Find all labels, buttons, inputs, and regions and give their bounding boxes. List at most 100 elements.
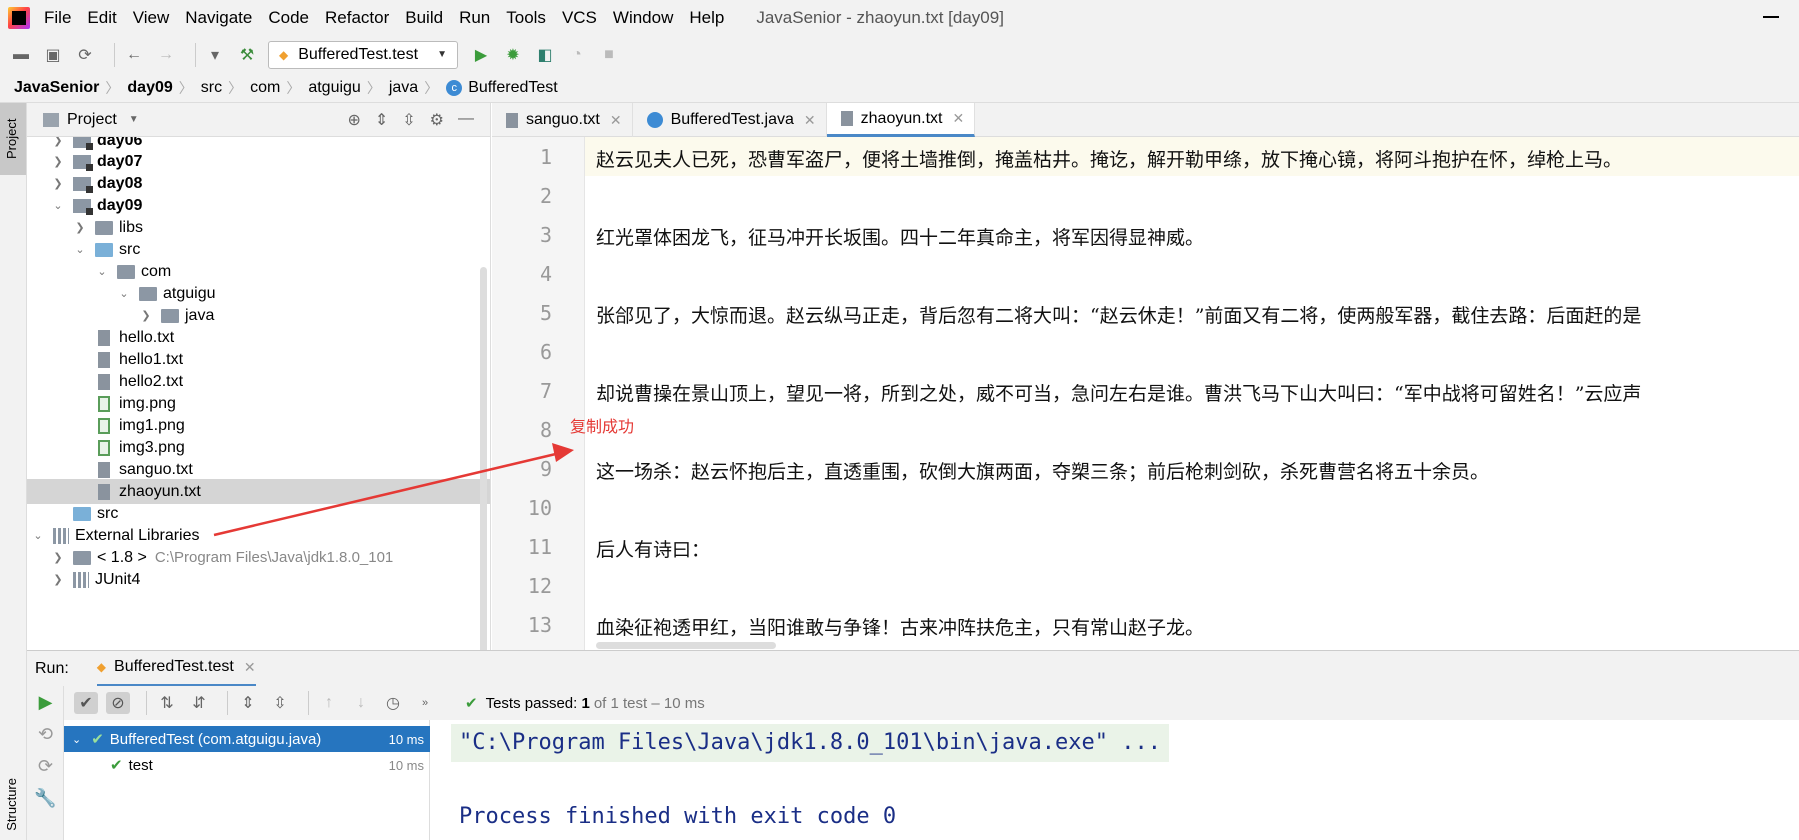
show-ignored-icon[interactable]: ⊘	[106, 692, 130, 714]
menu-navigate[interactable]: Navigate	[177, 8, 260, 28]
test-row-method[interactable]: ✔ test 10 ms	[64, 752, 430, 778]
breadcrumb-com[interactable]: com	[250, 79, 280, 97]
intellij-logo-icon	[8, 7, 30, 29]
breadcrumb-module[interactable]: day09	[127, 79, 172, 97]
previous-failed-icon[interactable]: ↑	[317, 692, 341, 714]
open-folder-icon[interactable]: ▬	[10, 44, 32, 66]
gear-icon[interactable]: ⚙	[430, 110, 444, 130]
close-icon[interactable]: ✕	[952, 110, 964, 127]
project-tree: ❯ day06 ❯ day07 ❯ day08 ⌄ day09 ❯ libs ⌄ src ⌄…	[27, 137, 490, 650]
breadcrumb-project[interactable]: JavaSenior	[14, 79, 99, 97]
chevron-right-icon[interactable]: ❯	[51, 573, 65, 586]
profile-icon[interactable]: ◔	[566, 44, 588, 66]
show-passed-icon[interactable]: ✔	[74, 692, 98, 714]
chevron-right-icon[interactable]: ❯	[51, 177, 65, 190]
project-panel-header: Project ▼ ⊕ ⇕ ⇳ ⚙ —	[27, 103, 490, 137]
chevron-down-icon[interactable]: ⌄	[72, 733, 81, 746]
tree-item-junit4[interactable]: ❯ JUnit4	[27, 567, 490, 592]
tab-zhaoyun-txt[interactable]: zhaoyun.txt ✕	[826, 103, 976, 137]
next-failed-icon[interactable]: ↓	[349, 692, 373, 714]
menu-window[interactable]: Window	[605, 8, 681, 28]
text-file-icon	[98, 329, 110, 346]
chevron-right-icon[interactable]: ❯	[73, 221, 87, 234]
chevron-down-icon[interactable]: ⌄	[117, 287, 131, 300]
menu-file[interactable]: File	[36, 8, 79, 28]
sort-by-duration-icon[interactable]: ⇵	[187, 692, 211, 714]
rerun-icon[interactable]: ▶	[27, 686, 64, 718]
breadcrumb-src[interactable]: src	[201, 79, 222, 97]
test-row-class[interactable]: ⌄ ✔ BufferedTest (com.atguigu.java) 10 m…	[64, 726, 430, 752]
menu-vcs[interactable]: VCS	[554, 8, 605, 28]
chevron-down-icon[interactable]: ⌄	[95, 265, 109, 278]
hide-panel-icon[interactable]: —	[458, 110, 474, 130]
close-icon[interactable]: ✕	[610, 112, 622, 129]
editor-area[interactable]: 1 2 3 4 5 6 7 8 9 10 11 12 13 赵云见夫人已死，恐曹…	[492, 137, 1799, 650]
test-history-icon[interactable]: ◷	[381, 692, 405, 714]
tree-item-label: day09	[97, 196, 143, 214]
rerun-failed-icon[interactable]: ⟲	[27, 718, 64, 750]
run-panel-header: Run: ◆ BufferedTest.test ✕	[27, 650, 1799, 687]
chevron-down-icon[interactable]: ⌄	[51, 199, 65, 212]
run-configuration-select[interactable]: ◆ BufferedTest.test ▼	[268, 40, 458, 69]
stop-icon[interactable]: ■	[598, 44, 620, 66]
chevron-right-icon[interactable]: ❯	[139, 309, 153, 322]
debug-icon[interactable]: ✹	[502, 44, 524, 66]
code-line: 后人有诗曰：	[596, 539, 711, 561]
menu-refactor[interactable]: Refactor	[317, 8, 397, 28]
back-arrow-icon[interactable]: ←	[123, 44, 145, 66]
collapse-all-icon[interactable]: ⇳	[402, 110, 415, 130]
check-icon: ✔	[465, 695, 478, 712]
tree-item-label: atguigu	[163, 284, 216, 302]
run-tab[interactable]: ◆ BufferedTest.test ✕	[96, 651, 256, 687]
build-hammer-icon[interactable]: ⚒	[236, 44, 258, 66]
project-tool-tab[interactable]: Project	[0, 103, 26, 175]
breadcrumb-java[interactable]: java	[389, 79, 418, 97]
user-icon[interactable]: ▾	[204, 44, 226, 66]
minimize-button[interactable]	[1763, 16, 1779, 18]
sync-icon[interactable]: ⟳	[74, 44, 96, 66]
project-scrollbar[interactable]	[480, 267, 487, 650]
forward-arrow-icon[interactable]: →	[155, 44, 177, 66]
chevron-right-icon[interactable]: ❯	[51, 137, 65, 147]
chevron-down-icon[interactable]: ▼	[129, 114, 139, 125]
close-icon[interactable]: ✕	[804, 112, 816, 129]
close-icon[interactable]: ✕	[244, 659, 256, 676]
tree-item-label: img.png	[119, 394, 176, 412]
menu-view[interactable]: View	[125, 8, 178, 28]
menu-edit[interactable]: Edit	[79, 8, 124, 28]
run-side-toolbar: ▶ ⟲ ⟳ 🔧	[27, 686, 64, 840]
tab-bufferedtest-java[interactable]: BufferedTest.java ✕	[633, 103, 827, 137]
save-icon[interactable]: ▣	[42, 44, 64, 66]
chevron-right-icon[interactable]: ❯	[51, 155, 65, 168]
breadcrumb-atguigu[interactable]: atguigu	[308, 79, 361, 97]
collapse-all-icon[interactable]: ⇳	[268, 692, 292, 714]
menu-code[interactable]: Code	[260, 8, 317, 28]
menu-build[interactable]: Build	[397, 8, 451, 28]
chevron-down-icon[interactable]: ⌄	[31, 529, 45, 542]
line-number: 6	[539, 340, 552, 364]
menu-run[interactable]: Run	[451, 8, 498, 28]
chevron-right-icon[interactable]: ❯	[51, 551, 65, 564]
structure-tool-tab[interactable]: Structure	[4, 778, 19, 838]
chevron-down-icon[interactable]: ⌄	[73, 243, 87, 256]
test-duration: 10 ms	[388, 757, 424, 773]
menu-help[interactable]: Help	[681, 8, 732, 28]
line-number: 13	[527, 613, 552, 637]
toggle-auto-test-icon[interactable]: ⟳	[27, 750, 64, 782]
tab-label: sanguo.txt	[526, 111, 600, 128]
tab-sanguo-txt[interactable]: sanguo.txt ✕	[492, 103, 633, 137]
console-output[interactable]: "C:\Program Files\Java\jdk1.8.0_101\bin\…	[431, 720, 1799, 840]
project-panel-title[interactable]: Project	[67, 111, 117, 129]
run-icon[interactable]: ▶	[470, 44, 492, 66]
more-icon[interactable]: »	[413, 692, 437, 714]
expand-all-icon[interactable]: ⇕	[236, 692, 260, 714]
locate-icon[interactable]: ⊕	[347, 110, 360, 130]
coverage-icon[interactable]: ◧	[534, 44, 556, 66]
editor-horizontal-scrollbar[interactable]	[596, 642, 776, 649]
menu-tools[interactable]: Tools	[498, 8, 554, 28]
jdk-icon	[73, 550, 91, 565]
sort-alphabetically-icon[interactable]: ⇅	[155, 692, 179, 714]
wrench-icon[interactable]: 🔧	[27, 782, 64, 814]
expand-all-icon[interactable]: ⇕	[375, 110, 388, 130]
breadcrumb-class[interactable]: BufferedTest	[468, 79, 558, 97]
